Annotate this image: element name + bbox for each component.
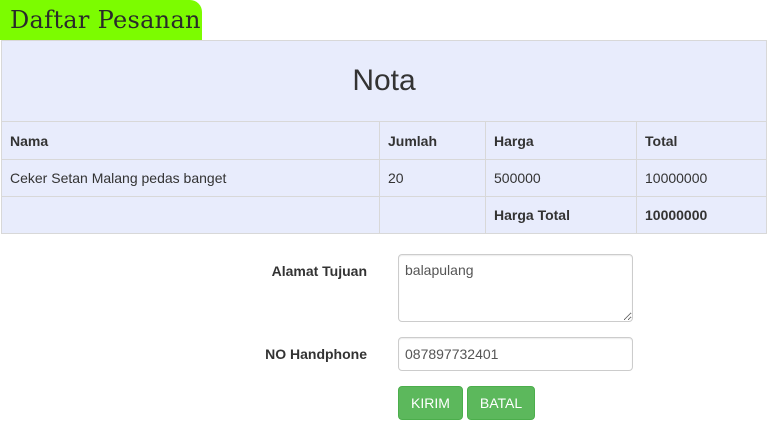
table-row: Ceker Setan Malang pedas banget 20 50000… — [1, 159, 767, 197]
cell-empty — [379, 196, 486, 234]
handphone-input[interactable] — [398, 337, 633, 371]
table-total-row: Harga Total 10000000 — [1, 196, 767, 234]
nota-caption-row: Nota — [1, 40, 767, 122]
cell-empty — [1, 196, 380, 234]
page-title: Daftar Pesanan — [0, 0, 202, 40]
column-header-harga: Harga — [485, 121, 637, 160]
table-header-row: Nama Jumlah Harga Total — [1, 121, 767, 160]
cell-jumlah: 20 — [379, 159, 486, 197]
handphone-label: NO Handphone — [265, 346, 367, 362]
order-page: Daftar Pesanan Nota Nama Jumlah Harga To… — [0, 0, 767, 424]
total-label: Harga Total — [485, 196, 637, 234]
nota-caption: Nota — [1, 40, 767, 122]
cell-total: 10000000 — [636, 159, 767, 197]
column-header-total: Total — [636, 121, 767, 160]
alamat-textarea[interactable]: balapulang — [398, 254, 633, 322]
total-value: 10000000 — [636, 196, 767, 234]
kirim-button[interactable]: KIRIM — [398, 386, 463, 420]
nota-table: Nota Nama Jumlah Harga Total Ceker Setan… — [1, 40, 767, 234]
column-header-jumlah: Jumlah — [379, 121, 486, 160]
cell-harga: 500000 — [485, 159, 637, 197]
alamat-label: Alamat Tujuan — [271, 263, 367, 279]
column-header-nama: Nama — [1, 121, 380, 160]
batal-button[interactable]: BATAL — [467, 386, 535, 420]
cell-nama: Ceker Setan Malang pedas banget — [1, 159, 380, 197]
